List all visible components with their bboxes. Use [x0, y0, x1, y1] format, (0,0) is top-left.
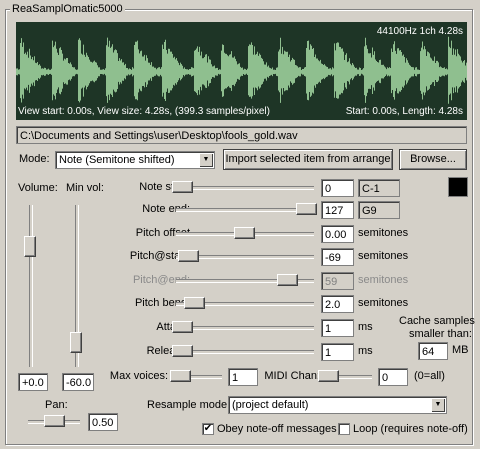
min-vol-field[interactable]: -60.0 [62, 373, 94, 391]
cache-unit: MB [452, 344, 469, 356]
pitch-offset-field[interactable]: 0.00 [321, 225, 354, 243]
import-button[interactable]: Import selected item from arrange [223, 149, 393, 170]
pitch-bend-unit: semitones [358, 297, 409, 309]
release-slider-track [176, 350, 314, 354]
resample-select[interactable]: (project default) ▼ [228, 396, 447, 414]
resample-select-value: (project default) [232, 399, 309, 411]
chevron-down-icon: ▼ [431, 398, 445, 412]
pan-slider-thumb[interactable] [44, 415, 65, 427]
note-end-slider-track [176, 208, 314, 212]
obey-noteoff-label: Obey note-off messages [217, 423, 337, 435]
pitch-offset-slider-thumb[interactable] [234, 227, 255, 239]
pitch-start-slider-thumb[interactable] [178, 250, 200, 262]
max-voices-slider-thumb[interactable] [170, 370, 191, 382]
max-voices-field[interactable]: 1 [228, 368, 258, 386]
volume-field[interactable]: +0.0 [18, 373, 48, 391]
max-voices-label: Max voices: [109, 370, 168, 382]
color-swatch[interactable] [448, 177, 468, 197]
note-start-note: C-1 [358, 179, 400, 197]
release-field[interactable]: 1 [321, 343, 354, 361]
mode-select[interactable]: Note (Semitone shifted) ▼ [55, 151, 215, 169]
pitch-end-slider-thumb[interactable] [277, 274, 299, 286]
attack-field[interactable]: 1 [321, 319, 354, 337]
pitch-start-field[interactable]: -69 [321, 248, 354, 266]
pitch-offset-unit: semitones [358, 227, 409, 239]
midi-chan-label: MIDI Chan: [264, 370, 320, 382]
waveform-view-info: View start: 0.00s, View size: 4.28s, (39… [18, 106, 270, 117]
attack-unit: ms [358, 321, 373, 333]
waveform-range-info: Start: 0.00s, Length: 4.28s [345, 106, 463, 117]
pitch-start-unit: semitones [358, 250, 409, 262]
mode-select-value: Note (Semitone shifted) [59, 154, 175, 166]
pan-label: Pan: [45, 399, 68, 411]
min-vol-slider-thumb[interactable] [70, 331, 82, 353]
pitch-end-unit: semitones [358, 274, 409, 286]
volume-label: Volume: [18, 182, 58, 194]
midi-chan-field[interactable]: 0 [378, 368, 408, 386]
note-start-field[interactable]: 0 [321, 179, 354, 197]
note-start-slider-thumb[interactable] [172, 181, 193, 193]
mode-label: Mode: [19, 153, 50, 165]
browse-button[interactable]: Browse... [399, 149, 467, 170]
volume-slider-thumb[interactable] [24, 236, 36, 258]
pan-field[interactable]: 0.50 [88, 413, 118, 431]
release-slider-thumb[interactable] [172, 345, 193, 357]
waveform-trace [16, 36, 467, 104]
pitch-end-field[interactable]: 59 [321, 272, 354, 290]
note-end-slider-thumb[interactable] [296, 203, 317, 215]
midi-chan-slider-thumb[interactable] [318, 370, 339, 382]
attack-slider-thumb[interactable] [172, 321, 193, 333]
chevron-down-icon: ▼ [199, 153, 213, 167]
waveform-display[interactable]: 44100Hz 1ch 4.28s View start: 0.00s, Vie… [16, 22, 467, 120]
cache-label-line1: Cache samples [399, 315, 475, 327]
volume-slider-track [29, 205, 33, 367]
waveform-format: 44100Hz 1ch 4.28s [376, 26, 463, 37]
pitch-bend-slider-thumb[interactable] [184, 297, 206, 309]
note-end-field[interactable]: 127 [321, 201, 354, 219]
obey-noteoff-checkbox[interactable]: ✔ [202, 423, 214, 435]
window-title: ReaSamplOmatic5000 [10, 3, 125, 15]
release-unit: ms [358, 345, 373, 357]
loop-checkbox[interactable] [338, 423, 350, 435]
cache-label-line2: smaller than: [409, 328, 472, 340]
file-path-field[interactable]: C:\Documents and Settings\user\Desktop\f… [16, 126, 467, 144]
min-vol-label: Min vol: [66, 182, 104, 194]
attack-slider-track [176, 326, 314, 330]
cache-size-field[interactable]: 64 [418, 342, 448, 360]
resample-label: Resample mode: [147, 399, 231, 411]
note-end-note: G9 [358, 201, 400, 219]
pitch-bend-field[interactable]: 2.0 [321, 295, 354, 313]
midi-chan-note: (0=all) [414, 370, 445, 382]
loop-label: Loop (requires note-off) [353, 423, 468, 435]
note-start-slider-track [176, 186, 314, 190]
